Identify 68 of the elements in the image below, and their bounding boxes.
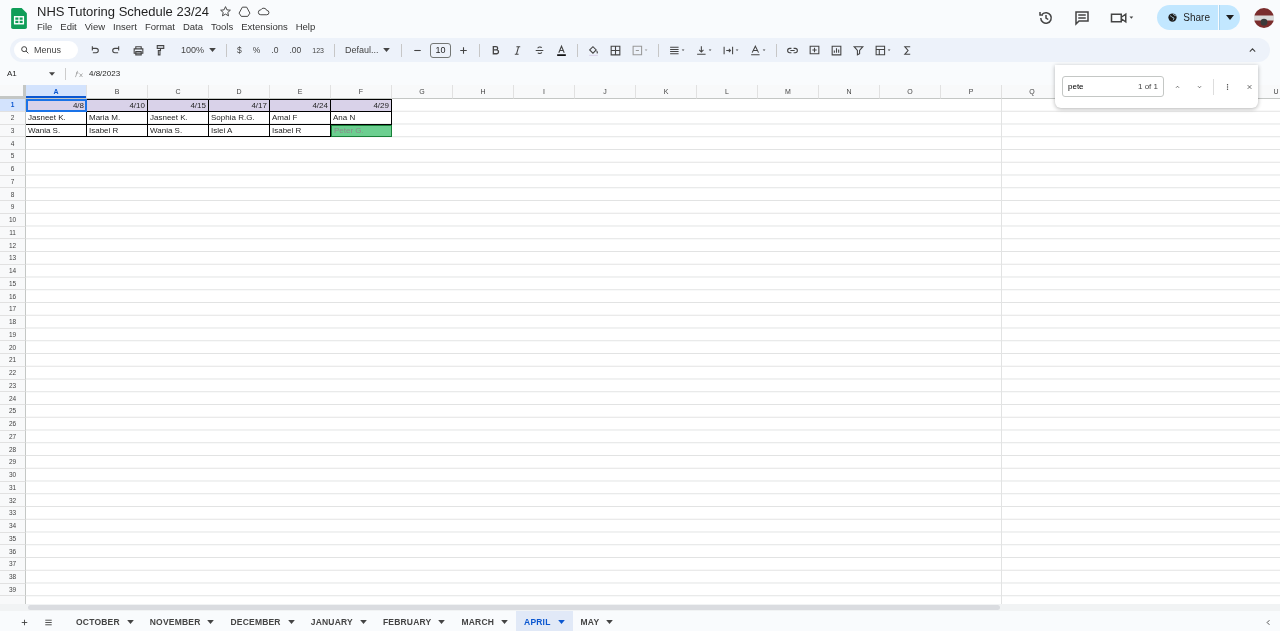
decrease-decimals-button[interactable]: .0 bbox=[267, 45, 283, 55]
comment-icon[interactable] bbox=[1073, 8, 1092, 27]
table-cell[interactable]: 4/15 bbox=[148, 99, 209, 112]
caret-icon bbox=[438, 620, 446, 624]
table-cell[interactable]: Amal F bbox=[270, 111, 331, 125]
caret-icon bbox=[287, 620, 295, 624]
function-icon bbox=[74, 69, 84, 78]
match-count: 1 of 1 bbox=[1138, 82, 1158, 91]
table-cell[interactable]: Islei A bbox=[209, 124, 270, 138]
menu-item[interactable]: Edit bbox=[60, 21, 77, 32]
caret-icon bbox=[207, 620, 215, 624]
dropdown-icon[interactable] bbox=[49, 71, 55, 76]
document-title[interactable]: NHS Tutoring Schedule 23/24 bbox=[37, 3, 209, 19]
table-cell[interactable]: 4/29 bbox=[331, 99, 392, 112]
sheet-tab[interactable]: FEBRUARY bbox=[374, 611, 454, 631]
caret-icon bbox=[557, 620, 565, 624]
zoom-select[interactable]: 100% bbox=[177, 45, 221, 55]
share-button[interactable]: Share bbox=[1157, 5, 1218, 30]
caret-icon bbox=[501, 620, 509, 624]
sheet-tab[interactable]: OCTOBER bbox=[68, 611, 142, 631]
sheet-tab[interactable]: APRIL bbox=[516, 611, 573, 631]
table-cell[interactable]: 4/17 bbox=[209, 99, 270, 112]
formula-field[interactable]: 4/8/2023 bbox=[89, 69, 121, 78]
share-menu-button[interactable] bbox=[1219, 5, 1240, 30]
caret-icon bbox=[606, 620, 614, 624]
sheet-tab[interactable]: MARCH bbox=[453, 611, 517, 631]
table-cell[interactable]: Jasneet K. bbox=[148, 111, 209, 125]
menu-item[interactable]: Data bbox=[182, 21, 204, 32]
sheet-tab[interactable]: DECEMBER bbox=[222, 611, 303, 631]
table-cell[interactable]: Sophia R.G. bbox=[209, 111, 270, 125]
sheet-tab[interactable]: NOVEMBER bbox=[141, 611, 223, 631]
table-cell[interactable]: Maria M. bbox=[87, 111, 148, 125]
menu-item[interactable]: Help bbox=[295, 21, 316, 32]
table-cell[interactable]: Ana N bbox=[331, 111, 392, 125]
menu-item[interactable]: File bbox=[37, 21, 53, 32]
table-cell[interactable]: Wania S. bbox=[148, 124, 209, 138]
caret-icon bbox=[359, 620, 367, 624]
sheet-tab[interactable]: MAY bbox=[572, 611, 622, 631]
table-cell[interactable]: Wania S. bbox=[26, 124, 87, 138]
caret-icon bbox=[209, 48, 217, 52]
globe-icon bbox=[1167, 12, 1179, 23]
menu-item[interactable]: Insert bbox=[113, 21, 137, 32]
caret-icon bbox=[383, 48, 391, 52]
move-icon[interactable] bbox=[238, 4, 251, 18]
menu-item[interactable]: View bbox=[84, 21, 106, 32]
increase-decimals-button[interactable]: .00 bbox=[285, 45, 306, 55]
avatar[interactable] bbox=[1254, 7, 1274, 28]
name-box[interactable]: A1 bbox=[7, 69, 43, 78]
percent-format-button[interactable]: % bbox=[248, 45, 265, 55]
star-icon[interactable] bbox=[219, 4, 232, 18]
caret-icon bbox=[126, 620, 134, 624]
table-cell[interactable]: 4/10 bbox=[87, 99, 148, 112]
menu-item[interactable]: Tools bbox=[211, 21, 234, 32]
table-cell[interactable]: Jasneet K. bbox=[26, 111, 87, 125]
sheets-logo-icon[interactable] bbox=[11, 8, 27, 29]
menu-item[interactable]: Extensions bbox=[241, 21, 288, 32]
menus-search-field[interactable]: Menus bbox=[14, 41, 78, 59]
table-cell[interactable]: 4/24 bbox=[270, 99, 331, 112]
sheet-tab[interactable]: JANUARY bbox=[302, 611, 375, 631]
search-icon bbox=[20, 45, 30, 55]
table-cell[interactable]: 4/8 bbox=[26, 99, 87, 112]
font-select[interactable]: Defaul... bbox=[340, 45, 395, 55]
font-size-field[interactable]: 10 bbox=[429, 42, 451, 58]
caret-icon bbox=[1226, 15, 1234, 20]
currency-format-button[interactable]: $ bbox=[233, 45, 246, 55]
horizontal-scrollbar[interactable] bbox=[28, 605, 1000, 610]
table-cell[interactable]: Isabel R bbox=[87, 124, 148, 138]
menu-item[interactable]: Format bbox=[144, 21, 175, 32]
